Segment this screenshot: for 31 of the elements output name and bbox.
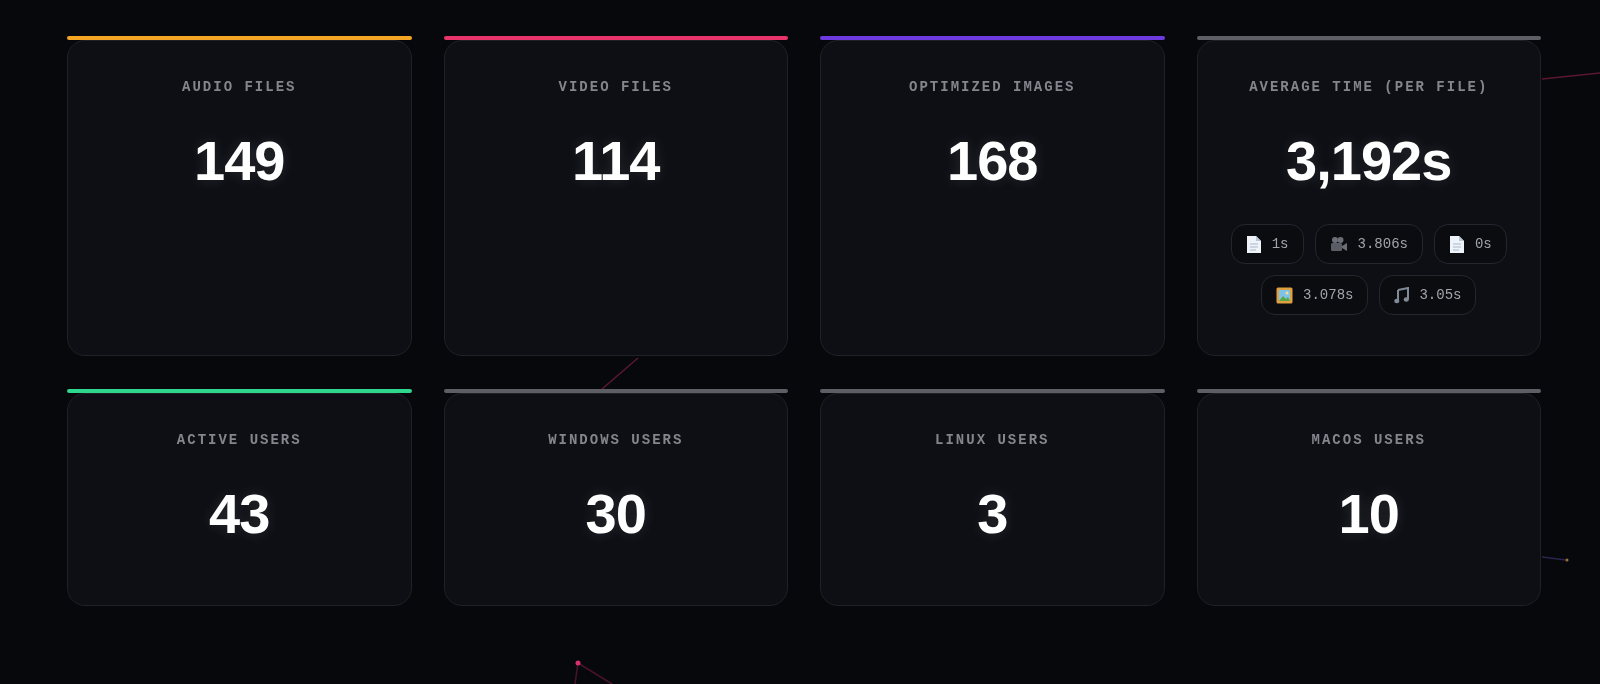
duration-text: 3.078s bbox=[1303, 287, 1354, 303]
document-icon bbox=[1448, 234, 1465, 254]
document-icon bbox=[1245, 234, 1262, 254]
stat-value: 30 bbox=[585, 481, 646, 547]
stat-value: 3,192s bbox=[1286, 128, 1452, 194]
stat-label: AUDIO FILES bbox=[182, 78, 297, 96]
stat-label: MACOS USERS bbox=[1311, 431, 1426, 449]
stat-value: 114 bbox=[572, 128, 660, 194]
stat-label: ACTIVE USERS bbox=[176, 431, 302, 449]
stat-value: 43 bbox=[209, 481, 270, 547]
network-line bbox=[1541, 556, 1567, 561]
stat-label: OPTIMIZED IMAGES bbox=[909, 78, 1076, 96]
stat-value: 168 bbox=[947, 128, 1038, 194]
node-dot-icon bbox=[1565, 558, 1569, 562]
stat-label: WINDOWS USERS bbox=[548, 431, 684, 449]
picture-icon bbox=[1276, 286, 1294, 304]
network-line bbox=[601, 357, 639, 390]
stat-value: 10 bbox=[1338, 481, 1399, 547]
stat-label: VIDEO FILES bbox=[558, 78, 673, 96]
stat-label: LINUX USERS bbox=[935, 431, 1050, 449]
node-dot-icon bbox=[575, 660, 581, 666]
network-line bbox=[1541, 72, 1600, 80]
duration-text: 3.05s bbox=[1419, 287, 1462, 303]
music-note-icon bbox=[1394, 286, 1410, 304]
stat-value: 149 bbox=[194, 128, 285, 194]
video-camera-icon bbox=[1329, 236, 1348, 252]
stat-value: 3 bbox=[977, 481, 1008, 547]
duration-text: 3.806s bbox=[1357, 236, 1408, 252]
duration-text: 0s bbox=[1474, 236, 1492, 252]
stat-label: AVERAGE TIME (PER FILE) bbox=[1249, 78, 1489, 96]
duration-text: 1s bbox=[1271, 236, 1289, 252]
